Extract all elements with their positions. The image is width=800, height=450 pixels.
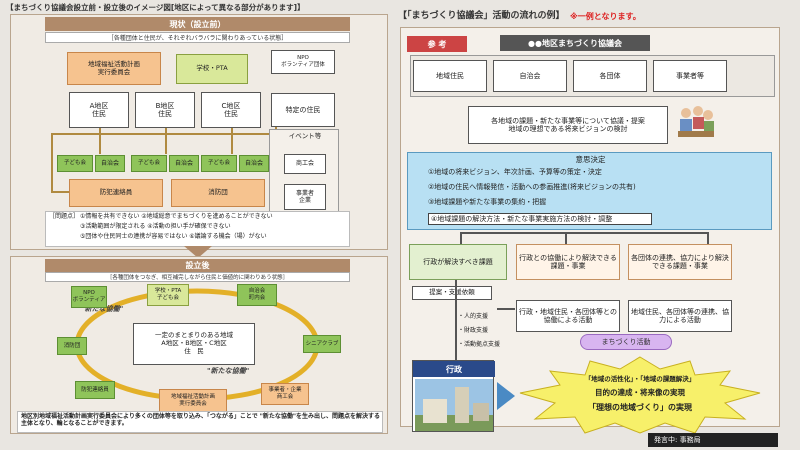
business-node: 事業者・企業 商工会: [261, 383, 309, 405]
kids-club-a: 子ども会: [57, 155, 93, 172]
support-finance: ・財政支援: [458, 327, 489, 334]
decision-4: ④地域課題の解決方法・新たな事業実施方法の検討・調整: [428, 213, 652, 226]
crime-prevention-node: 防犯連絡員: [75, 381, 115, 399]
member-organizations: 各団体: [573, 60, 647, 92]
center-area-box: 一定のまとまりのある地域 A地区・B地区・C地区 住 民: [133, 323, 255, 365]
issues-title: ［問題点］: [49, 213, 80, 220]
current-header: 現状（設立前）: [45, 17, 350, 31]
decision-title: 意思決定: [575, 155, 606, 164]
right-arrow-icon: [497, 382, 515, 410]
decision-1: ①地域の将来ビジョン、年次計画、予算等の策定・決定: [428, 168, 602, 176]
discussion-box: 各地域の課題・新たな事業等について協議・提案 地域の理想である将来ビジョンの検討: [468, 106, 668, 144]
task-groups-box: 各団体の連携、協力により解決できる課題・事業: [628, 244, 732, 280]
current-subtitle: ［各種団体と住民が、それぞれバラバラに関わりあっている状態］: [45, 32, 350, 43]
machizukuri-activity-badge: まちづくり活動: [580, 334, 672, 350]
slide: 【まちづくり協議会設立前・設立後のイメージ図[地区によって異なる部分があります]…: [0, 0, 800, 450]
goal-line-1: 「地域の活性化」・「地域の課題解決」: [584, 375, 696, 383]
school-pta-box: 学校・PTA: [176, 54, 248, 84]
member-residents: 地域住民: [413, 60, 487, 92]
member-neighborhood: 自治会: [493, 60, 567, 92]
area-a-box: A地区 住民: [69, 92, 129, 128]
neighborhood-assoc-a: 自治会: [95, 155, 125, 172]
goal-line-3: 「理想の地域づくり」の実現: [588, 403, 692, 412]
city-hall-photo-icon: [415, 379, 493, 431]
fire-brigade-box: 消防団: [171, 179, 265, 207]
issue-line-1: ①情報を共有できない ②地域総意でまちづくりを進めることができない: [80, 213, 273, 220]
reference-badge: 参 考: [407, 36, 467, 52]
neighborhood-assoc-c: 自治会: [239, 155, 269, 172]
issue-line-2: ③活動範囲が限定される ④活動の担い手が確保できない: [80, 223, 231, 230]
school-node: 学校・PTA 子ども会: [147, 284, 189, 306]
council-header: ●●地区まちづくり協議会: [500, 35, 650, 51]
member-businesses: 事業者等: [653, 60, 727, 92]
admin-label: 行政: [413, 361, 495, 377]
area-b-box: B地区 住民: [135, 92, 195, 128]
goal-line-2: 目的の達成・将来像の実現: [595, 388, 685, 397]
kids-club-c: 子ども会: [201, 155, 237, 172]
neighborhood-node: 自治会 町内会: [237, 284, 277, 306]
new-collab-label-2: "新たな協働": [207, 367, 250, 375]
after-panel: 設立後 ［各種団体をつなぎ、相互補完しながら住民と価値的に関わりあう状態］ "新…: [10, 256, 388, 434]
area-c-box: C地区 住民: [201, 92, 261, 128]
crime-prevention-box: 防犯連絡員: [69, 179, 163, 207]
welfare-committee-box: 地域福祉活動計画 実行委員会: [67, 52, 161, 85]
event-panel: イベント等 商工会 事業者 企業: [269, 129, 339, 219]
collab-activity-2: 地域住民、各団体等の連携、協力による活動: [628, 300, 732, 332]
admin-panel: 行政: [412, 360, 495, 432]
decision-2: ②地域の住民へ情報発信・活動への参画推進(将来ビジョンの共有): [428, 183, 636, 191]
speaking-status: 発言中: 事務局: [648, 433, 778, 447]
after-footer-text: 地区別地域福祉活動計画実行委員会により多くの団体等を取り込み、「つながる」ことで…: [21, 413, 381, 427]
support-base: ・活動拠点支援: [458, 341, 501, 348]
commerce-box: 商工会: [284, 154, 326, 174]
special-resident-box: 特定の住民: [271, 93, 335, 127]
kids-club-b: 子ども会: [131, 155, 167, 172]
event-title: イベント等: [288, 132, 322, 140]
issues-box: ［問題点］ ①情報を共有できない ②地域総意でまちづくりを進めることができない …: [45, 211, 350, 247]
after-footer-box: 地区別地域福祉活動計画実行委員会により多くの団体等を取り込み、「つながる」ことで…: [17, 411, 383, 433]
decision-3: ③地域課題や新たな事業の集約・把握: [428, 198, 547, 206]
support-human: ・人的支援: [458, 313, 489, 320]
npo-node: NPO ボランティア: [71, 286, 107, 308]
task-collab-box: 行政との協働により解決できる課題・事業: [516, 244, 620, 280]
current-panel: 現状（設立前） ［各種団体と住民が、それぞれバラバラに関わりあっている状態］ 地…: [10, 14, 388, 250]
collab-activity-1: 行政・地域住民・各団体等との協働による活動: [516, 300, 620, 332]
decision-panel: 意思決定 ①地域の将来ビジョン、年次計画、予算等の策定・決定 ②地域の住民へ情報…: [407, 152, 772, 230]
neighborhood-assoc-b: 自治会: [169, 155, 199, 172]
request-box: 提案・支援依頼: [412, 286, 492, 300]
right-note: ※一例となります。: [570, 12, 641, 21]
senior-club-node: シニアクラブ: [303, 335, 341, 353]
welfare-committee-node: 地域福祉活動計画 実行委員会: [159, 389, 227, 413]
issue-line-3: ⑤団体や住民同士の連携が容易ではない ⑥議論する機会（場）がない: [80, 233, 267, 240]
npo-box: NPO ボランティア団体: [271, 50, 335, 74]
left-title: 【まちづくり協議会設立前・設立後のイメージ図[地区によって異なる部分があります]…: [6, 3, 305, 12]
meeting-illustration-icon: [678, 106, 714, 137]
task-admin-box: 行政が解決すべき課題: [409, 244, 507, 280]
right-title: 【「まちづくり協議会」活動の流れの例】: [398, 11, 565, 21]
fire-brigade-node: 消防団: [57, 337, 87, 355]
business-box: 事業者 企業: [284, 184, 326, 210]
